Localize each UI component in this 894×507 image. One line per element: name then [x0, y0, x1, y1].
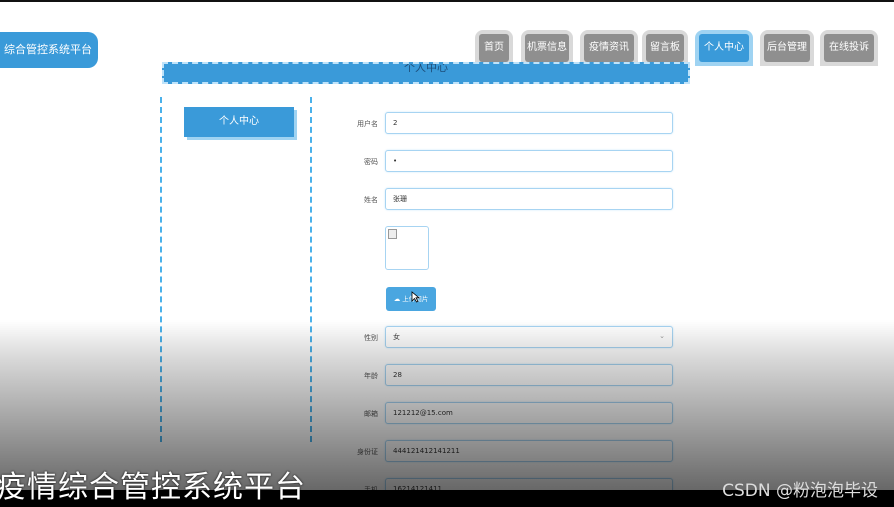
tab-label: 疫情资讯 [584, 34, 634, 62]
top-border [0, 0, 894, 2]
field-label: 用户名 [357, 120, 378, 128]
cloud-upload-icon: ☁ [393, 295, 401, 303]
field-label: 姓名 [364, 196, 378, 204]
tab-personal-center[interactable]: 个人中心 [695, 30, 753, 66]
password-field[interactable]: • [385, 150, 673, 172]
mouse-pointer-icon [411, 291, 420, 303]
form-row-age: 年龄 28 [330, 364, 675, 388]
tab-epidemic-news[interactable]: 疫情资讯 [580, 30, 638, 66]
chevron-down-icon: ⌄ [659, 332, 665, 340]
tab-label: 在线投诉 [824, 34, 874, 62]
gender-select[interactable]: 女 [385, 326, 673, 348]
video-caption: 疫情综合管控系统平台 [0, 470, 306, 505]
username-field[interactable]: 2 [385, 112, 673, 134]
form-row-email: 邮箱 121212@15.com [330, 402, 675, 426]
field-label: 性别 [364, 334, 378, 342]
page-title-bar: 个人中心 [162, 62, 690, 84]
form-row-password: 密码 • [330, 150, 675, 174]
app-logo[interactable]: 综合管控系统平台 [0, 32, 98, 68]
field-label: 身份证 [357, 448, 378, 456]
tab-label: 首页 [479, 34, 509, 62]
form-row-id-card: 身份证 444121412141211 [330, 440, 675, 464]
id-card-field[interactable]: 444121412141211 [385, 440, 673, 462]
form-row-gender: 性别 女 ⌄ [330, 326, 675, 350]
field-label: 密码 [364, 158, 378, 166]
tab-online-complaint[interactable]: 在线投诉 [820, 30, 878, 66]
tab-flight-info[interactable]: 机票信息 [521, 30, 573, 66]
field-label: 年龄 [364, 372, 378, 380]
tab-label: 留言板 [646, 34, 684, 62]
tab-label: 机票信息 [525, 34, 569, 62]
tab-label: 个人中心 [699, 34, 749, 62]
field-label: 邮箱 [364, 410, 378, 418]
broken-image-icon [388, 229, 397, 239]
form-row-name: 姓名 张珊 [330, 188, 675, 212]
email-field[interactable]: 121212@15.com [385, 402, 673, 424]
tab-home[interactable]: 首页 [475, 30, 513, 66]
form-row-username: 用户名 2 [330, 112, 675, 136]
tab-message-board[interactable]: 留言板 [642, 30, 688, 66]
sidebar: 个人中心 [160, 97, 312, 442]
sidebar-item-personal-center[interactable]: 个人中心 [184, 107, 294, 137]
age-field[interactable]: 28 [385, 364, 673, 386]
tab-admin[interactable]: 后台管理 [760, 30, 814, 66]
watermark: CSDN @粉泡泡毕设 [722, 481, 878, 501]
page-title: 个人中心 [404, 62, 448, 74]
name-field[interactable]: 张珊 [385, 188, 673, 210]
avatar-preview [385, 226, 429, 270]
tab-label: 后台管理 [764, 34, 810, 62]
